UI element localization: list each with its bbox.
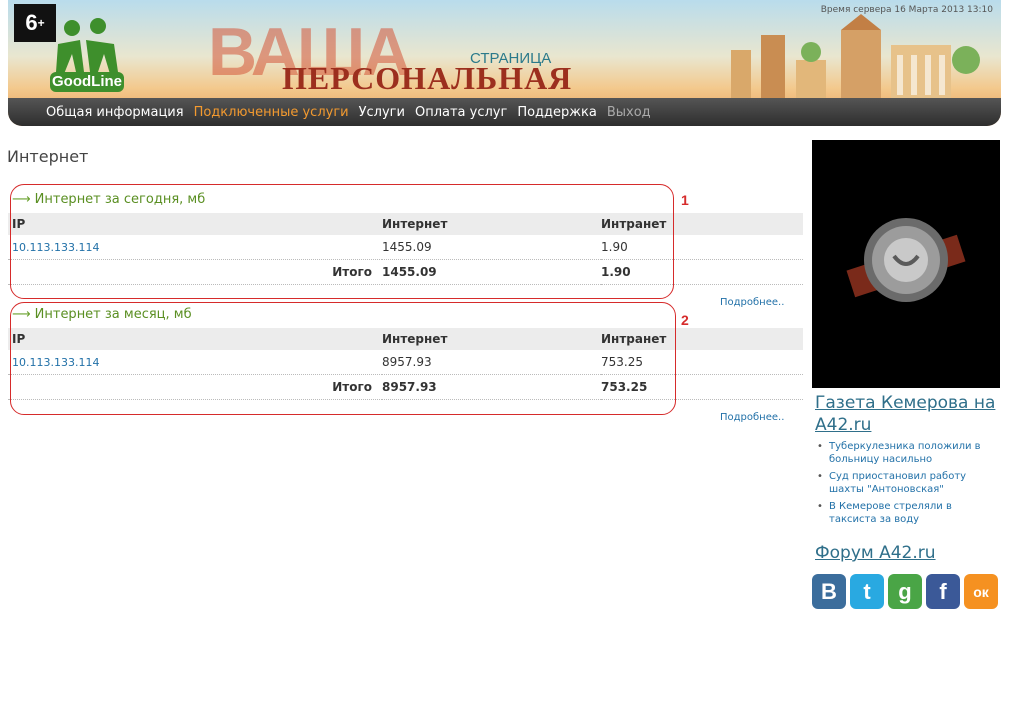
- city-illustration: [731, 14, 980, 100]
- annotation-frame-2: [10, 302, 676, 415]
- vkontakte-icon[interactable]: B: [812, 574, 846, 609]
- page-title: Интернет: [7, 147, 89, 166]
- annotation-number-2: 2: [681, 312, 689, 328]
- banner-title-personal: ПЕРСОНАЛЬНАЯ: [282, 60, 573, 96]
- news-item[interactable]: В Кемерове стреляли в таксиста за воду: [815, 500, 1001, 526]
- nav-item-general-info[interactable]: Общая информация: [46, 105, 184, 120]
- google-icon[interactable]: g: [888, 574, 922, 609]
- news-list: Туберкулезника положили в больницу насил…: [815, 440, 1001, 530]
- nav-item-support[interactable]: Поддержка: [517, 105, 597, 120]
- annotation-frame-1: [10, 184, 674, 299]
- ad-banner[interactable]: [812, 140, 1000, 388]
- nav-item-logout[interactable]: Выход: [607, 105, 651, 120]
- twitter-icon[interactable]: t: [850, 574, 884, 609]
- facebook-icon[interactable]: f: [926, 574, 960, 609]
- annotation-number-1: 1: [681, 192, 689, 208]
- odnoklassniki-icon[interactable]: ок: [964, 574, 998, 609]
- age-rating-badge: 6 +: [14, 4, 56, 42]
- more-link[interactable]: Подробнее..: [720, 412, 784, 423]
- nav-item-connected-services[interactable]: Подключенные услуги: [194, 105, 349, 120]
- news-item[interactable]: Суд приостановил работу шахты "Антоновск…: [815, 470, 1001, 496]
- badge-emblem-icon: [846, 218, 966, 302]
- news-item[interactable]: Туберкулезника положили в больницу насил…: [815, 440, 1001, 466]
- main-nav: Общая информация Подключенные услуги Усл…: [8, 98, 1001, 126]
- social-links: B t g f ок: [812, 574, 998, 609]
- nav-item-payment[interactable]: Оплата услуг: [415, 105, 507, 120]
- logo-text[interactable]: GoodLine: [50, 72, 124, 92]
- site-header: 6 + GoodLine ВАША СТРАНИЦА ПЕРСОНАЛЬНАЯ В…: [8, 0, 1001, 126]
- nav-item-services[interactable]: Услуги: [359, 105, 405, 120]
- forum-link[interactable]: Форум A42.ru: [815, 543, 936, 563]
- newspaper-link[interactable]: Газета Кемерова на A42.ru: [815, 392, 1001, 436]
